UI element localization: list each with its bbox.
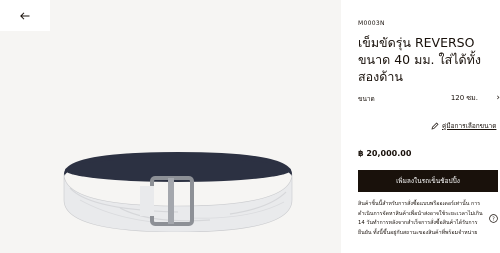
add-to-cart-button[interactable]: เพิ่มลงในรถเข็นช้อปปิ้ง <box>358 170 498 192</box>
product-title: เข็มขัดรุ่น REVERSO ขนาด 40 มม. ใส่ได้ทั… <box>358 35 481 84</box>
size-guide-text: คู่มือการเลือกขนาด <box>442 122 497 130</box>
product-sku: M0003N <box>358 20 385 27</box>
chevron-right-icon: › <box>496 93 500 103</box>
ruler-pencil-icon <box>431 122 439 130</box>
preorder-note: สินค้าชิ้นนี้สำหรับการสั่งซื้อแบบพรีออเด… <box>358 201 483 236</box>
product-gallery <box>0 0 341 253</box>
product-image <box>60 148 296 233</box>
product-details-panel: M0003N เข็มขัดรุ่น REVERSO ขนาด 40 มม. ใ… <box>341 0 500 253</box>
product-price: ฿ 20,000.00 <box>358 149 412 158</box>
help-circle-icon[interactable]: ? <box>489 214 498 223</box>
back-button[interactable] <box>0 0 50 31</box>
svg-text:?: ? <box>492 216 495 222</box>
size-value: 120 ซม. <box>450 94 478 102</box>
size-label: ขนาด <box>358 95 375 103</box>
size-selector[interactable]: ขนาด 120 ซม. › <box>358 92 500 106</box>
belt-illustration <box>63 152 293 233</box>
size-guide-link[interactable]: คู่มือการเลือกขนาด <box>431 121 496 131</box>
arrow-left-icon <box>20 11 30 20</box>
